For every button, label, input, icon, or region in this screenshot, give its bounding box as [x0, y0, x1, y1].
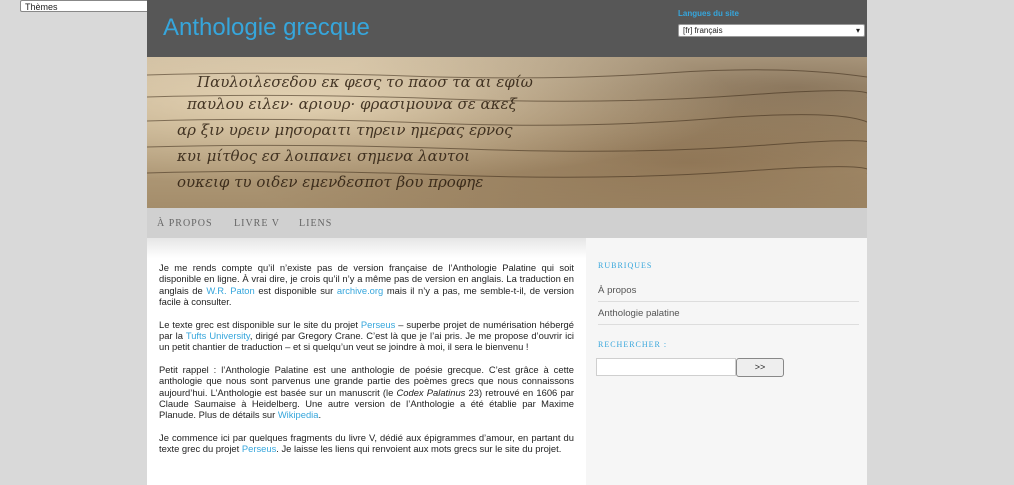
language-select-value: [fr] français — [683, 26, 723, 35]
paragraph: Je me rends compte qu’il n’existe pas de… — [159, 262, 574, 308]
archive-org-link[interactable]: archive.org — [337, 285, 383, 296]
perseus-link[interactable]: Perseus — [242, 443, 276, 454]
language-label: Langues du site — [678, 9, 739, 18]
search-input[interactable] — [596, 358, 736, 376]
sidebar-item-anthologie-palatine[interactable]: Anthologie palatine — [598, 308, 859, 325]
text: est disponible sur — [254, 284, 337, 296]
nav-item-livre-v[interactable]: LIVRE V — [234, 218, 280, 229]
rubriques-heading: RUBRIQUES — [598, 261, 653, 270]
manuscript-line: παυλου ειλεν· αριουρ· φρασιμουνα σε ακεξ — [186, 95, 518, 113]
manuscript-line: αρ ξιν υρειν μησοραιτι τηρειν ημερας ερν… — [177, 121, 513, 139]
tufts-university-link[interactable]: Tufts University — [186, 330, 250, 341]
text: . — [318, 409, 322, 421]
nav-item-a-propos[interactable]: À PROPOS — [157, 218, 213, 229]
sidebar-item-a-propos[interactable]: À propos — [598, 285, 859, 302]
text: . Je laisse les liens qui renvoient aux … — [276, 443, 562, 455]
manuscript-line: ουκειφ τυ οιδεν εμενδεσποτ βου προφηε — [177, 173, 483, 191]
search-button[interactable]: >> — [736, 358, 784, 377]
main-nav: À PROPOS LIVRE V LIENS — [147, 208, 867, 238]
manuscript-banner-image: Παυλοιλεσεδου εκ φεσς το παοσ τα αι εφίω… — [147, 69, 867, 191]
wikipedia-link[interactable]: Wikipedia — [278, 409, 319, 420]
article-content: Je me rends compte qu’il n’existe pas de… — [159, 262, 574, 466]
manuscript-line: κυι μίτθος εσ λοιπανει σημενα λαυτοι — [176, 147, 470, 165]
site-header: Anthologie grecque Langues du site [fr] … — [147, 0, 867, 57]
paragraph: Je commence ici par quelques fragments d… — [159, 432, 574, 455]
paragraph: Le texte grec est disponible sur le site… — [159, 319, 574, 353]
sidebar: RUBRIQUES À propos Anthologie palatine R… — [586, 238, 867, 485]
paragraph: Petit rappel : l’Anthologie Palatine est… — [159, 364, 574, 421]
themes-select-value: Thèmes — [25, 2, 58, 12]
manuscript-line: Παυλοιλεσεδου εκ φεσς το παοσ τα αι εφίω — [196, 73, 533, 91]
nav-item-liens[interactable]: LIENS — [299, 218, 332, 229]
site-title-link[interactable]: Anthologie grecque — [163, 14, 370, 42]
paton-link[interactable]: W.R. Paton — [206, 285, 254, 296]
perseus-link[interactable]: Perseus — [361, 319, 395, 330]
text: Le texte grec est disponible sur le site… — [159, 318, 361, 330]
chevron-down-icon: ▾ — [855, 26, 860, 35]
language-select[interactable]: [fr] français ▾ — [678, 24, 865, 37]
search-heading: RECHERCHER : — [598, 340, 668, 349]
page-container: Anthologie grecque Langues du site [fr] … — [147, 0, 867, 485]
manuscript-banner: Παυλοιλεσεδου εκ φεσς το παοσ τα αι εφίω… — [147, 57, 867, 208]
codex-title: Codex Palatinus — [396, 386, 466, 398]
